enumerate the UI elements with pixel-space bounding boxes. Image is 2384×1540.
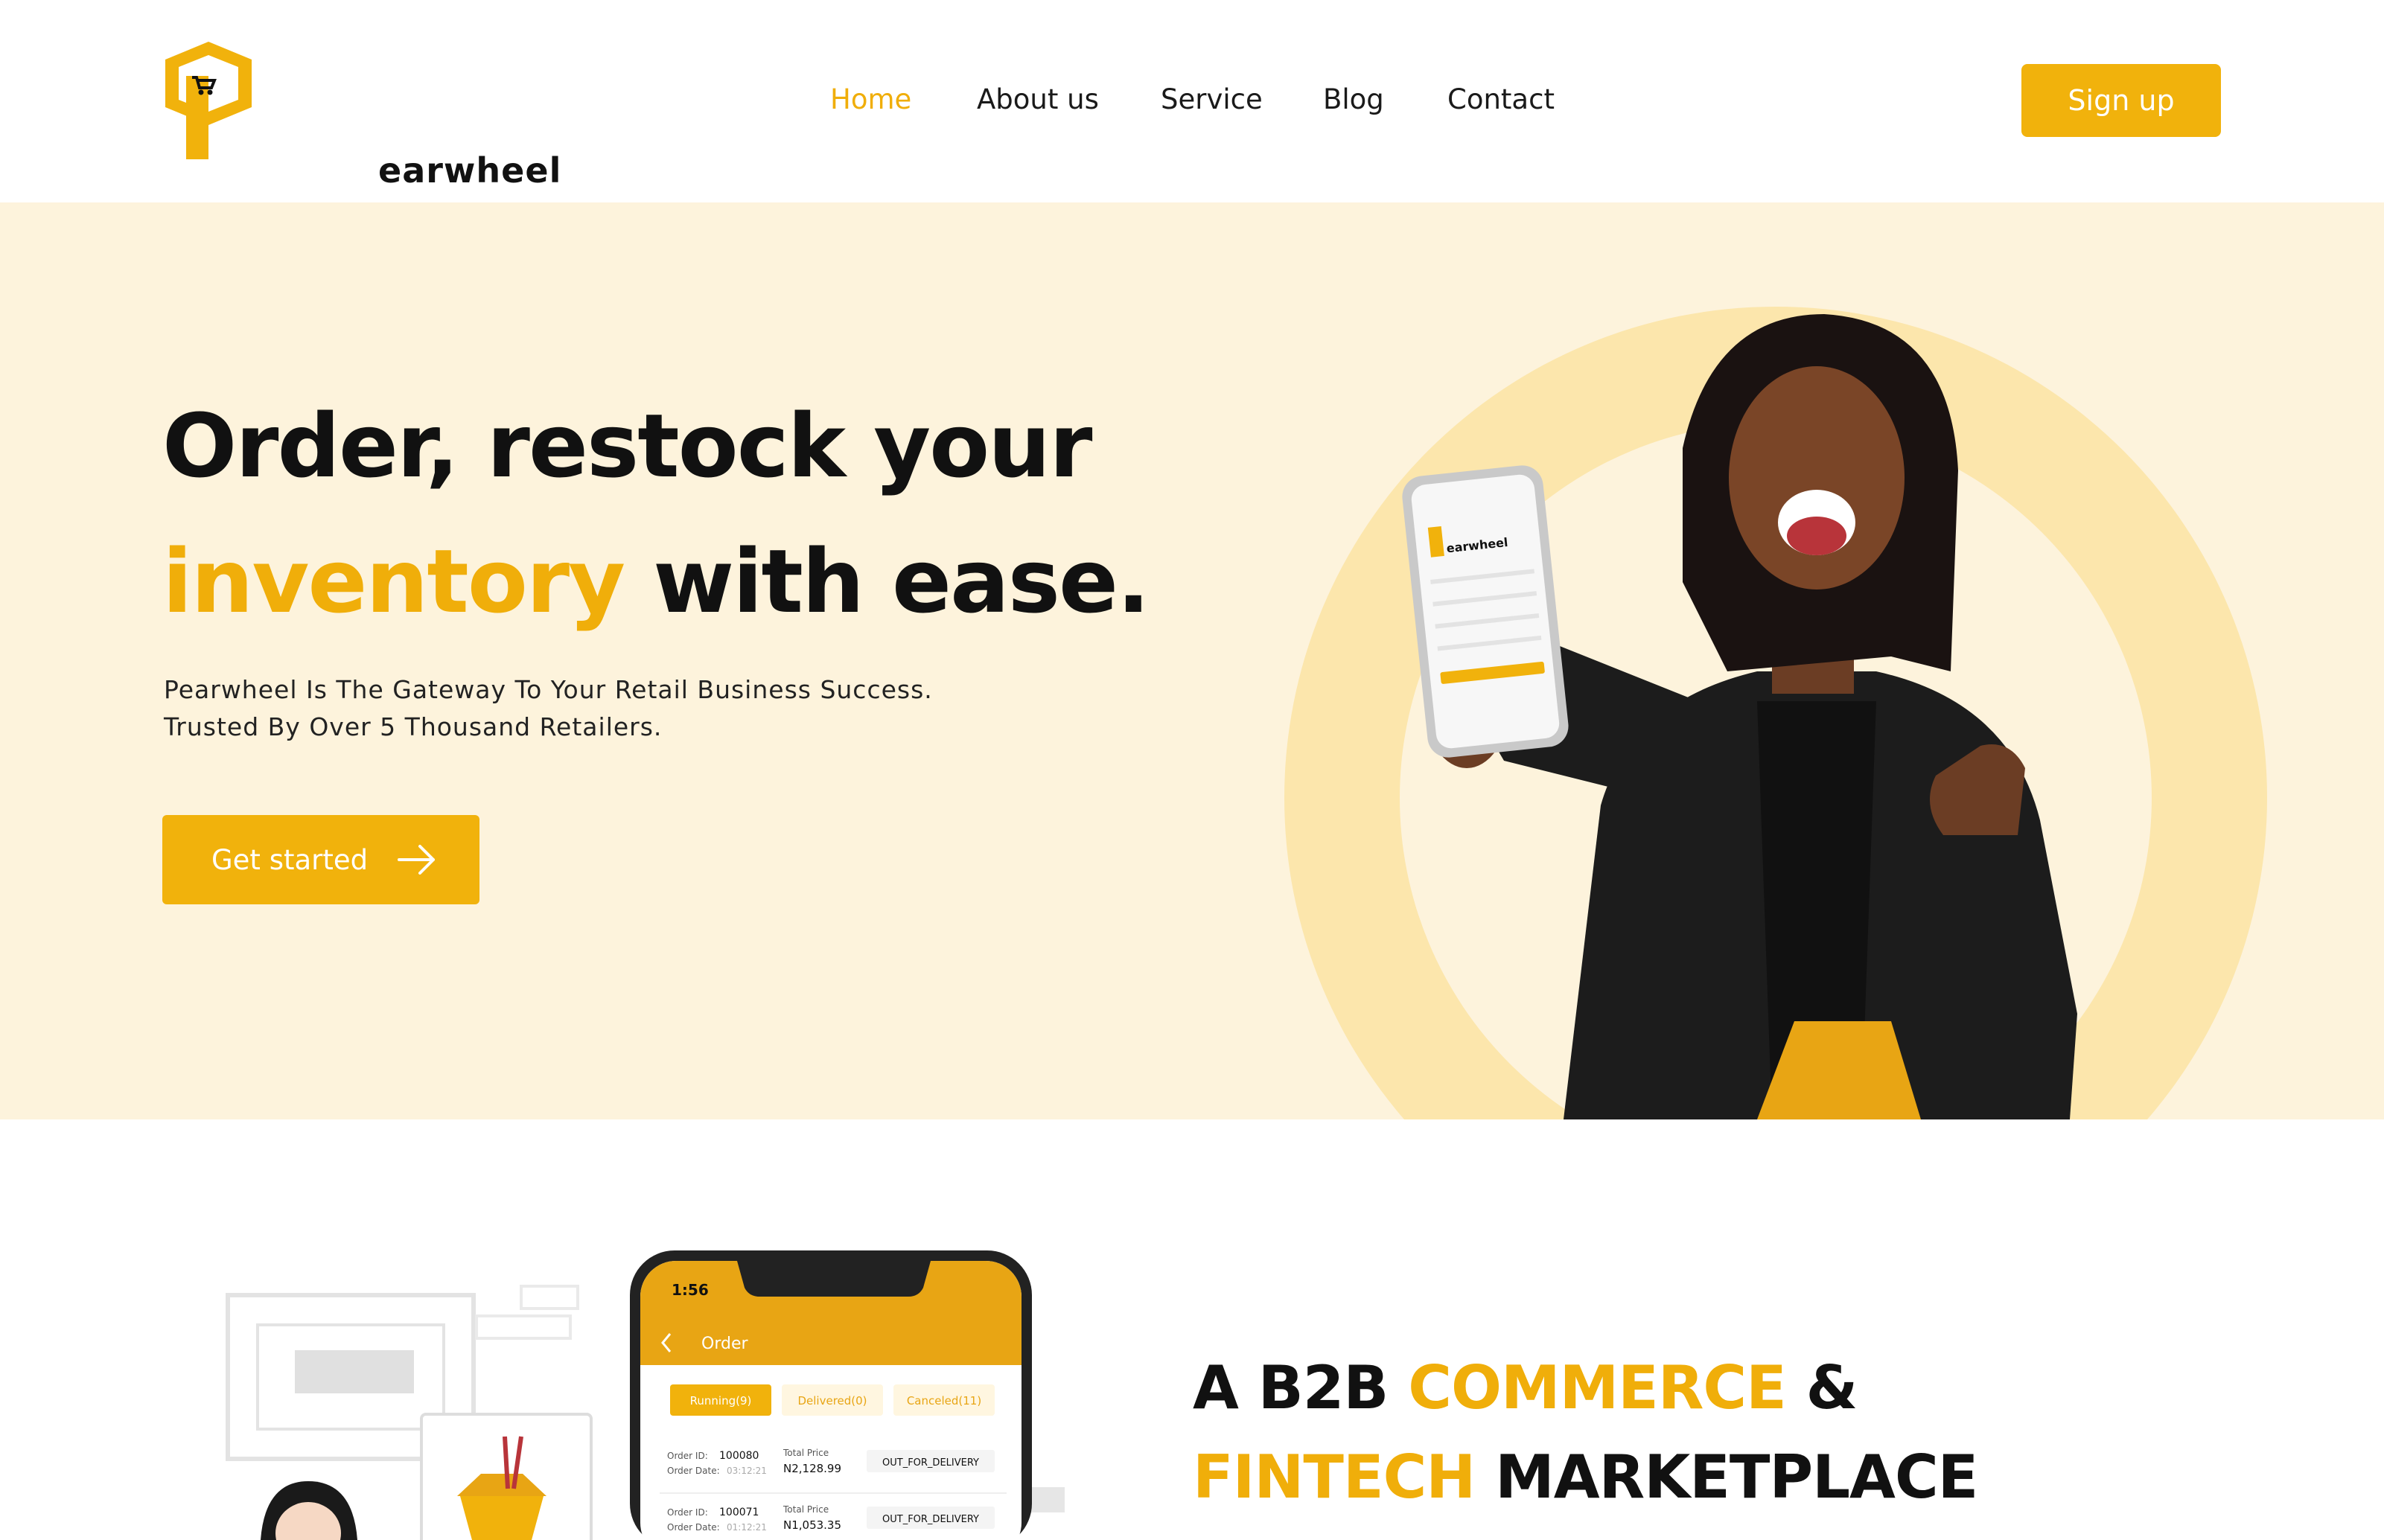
order-status: OUT_FOR_DELIVERY	[882, 1457, 979, 1469]
nav-home[interactable]: Home	[830, 83, 911, 115]
hero-subtitle-line1: Pearwheel Is The Gateway To Your Retail …	[164, 675, 933, 704]
section-heading-part: MARKETPLACE	[1475, 1442, 1978, 1512]
order-id-label: Order ID:	[667, 1507, 708, 1518]
hero-subtitle-line2: Trusted By Over 5 Thousand Retailers.	[164, 712, 663, 741]
app-tab-canceled-label: Canceled(11)	[907, 1394, 981, 1408]
section-heading-accent: FINTECH	[1193, 1442, 1476, 1512]
get-started-label: Get started	[211, 843, 369, 876]
order-price-label: Total Price	[783, 1448, 829, 1458]
hero-heading-accent: inventory	[162, 530, 625, 633]
hero-heading-line2: inventory with ease.	[162, 530, 1150, 633]
phone-time: 1:56	[672, 1281, 709, 1299]
order-date-label: Order Date:	[667, 1466, 720, 1476]
arrow-right-icon	[398, 845, 435, 875]
order-price: N2,128.99	[783, 1462, 841, 1475]
section-heading-line1: A B2B COMMERCE &	[1193, 1353, 1858, 1422]
marketplace-illustration: 1:56 Order Running(9) Delivered(0) Cance…	[226, 1250, 1065, 1540]
order-id: 100071	[719, 1507, 759, 1518]
get-started-button[interactable]: Get started	[162, 815, 479, 904]
nav-contact[interactable]: Contact	[1447, 83, 1555, 115]
hero-heading-line1: Order, restock your	[162, 394, 1092, 497]
section-heading-part: A B2B	[1193, 1353, 1409, 1422]
order-id: 100080	[719, 1450, 759, 1462]
hero-subtitle: Pearwheel Is The Gateway To Your Retail …	[164, 671, 933, 746]
section-heading-part: &	[1785, 1353, 1858, 1422]
order-status: OUT_FOR_DELIVERY	[882, 1514, 979, 1525]
app-tab-running-label: Running(9)	[690, 1394, 752, 1408]
logo-mark-icon	[165, 42, 252, 159]
section-heading-accent: COMMERCE	[1408, 1353, 1787, 1422]
nav-about-us[interactable]: About us	[977, 83, 1099, 115]
hero-illustration: earwheel	[1284, 307, 2267, 1119]
order-price-label: Total Price	[783, 1504, 829, 1515]
order-id-label: Order ID:	[667, 1451, 708, 1461]
nav-service[interactable]: Service	[1161, 83, 1263, 115]
hero-section: Order, restock your inventory with ease.…	[0, 202, 2384, 1119]
app-order-title: Order	[701, 1335, 748, 1353]
hero-heading-rest: with ease.	[653, 530, 1150, 633]
order-date: 03:12:21	[727, 1466, 767, 1476]
order-date: 01:12:21	[727, 1522, 767, 1533]
brand-logo[interactable]: earwheel	[164, 39, 561, 191]
app-tab-delivered-label: Delivered(0)	[797, 1394, 867, 1408]
order-price: N1,053.35	[783, 1518, 841, 1532]
section-heading-line2: FINTECH MARKETPLACE	[1193, 1442, 1978, 1512]
top-nav: earwheel Home About us Service Blog Cont…	[0, 0, 2384, 202]
logo-wordmark: earwheel	[378, 150, 562, 191]
sign-up-button[interactable]: Sign up	[2021, 64, 2221, 137]
nav-blog[interactable]: Blog	[1323, 83, 1384, 115]
order-date-label: Order Date:	[667, 1522, 720, 1533]
